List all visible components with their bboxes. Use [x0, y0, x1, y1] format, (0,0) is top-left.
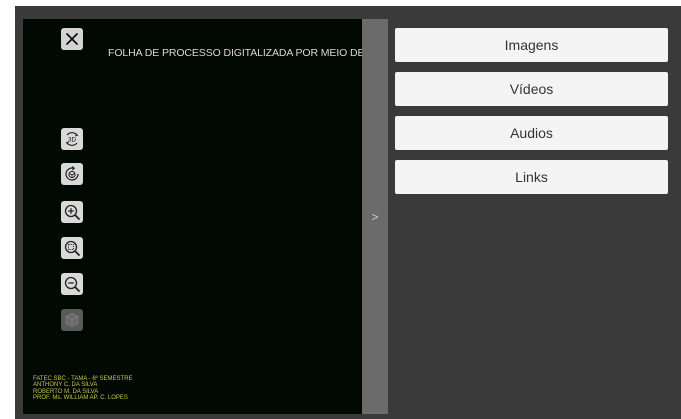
- viewer-title: FOLHA DE PROCESSO DIGITALIZADA POR MEIO …: [108, 47, 362, 59]
- rotate-3d-button[interactable]: 3D: [61, 128, 83, 150]
- rotate-3d-icon: 3D: [65, 132, 79, 146]
- cube-view-button[interactable]: [61, 309, 83, 331]
- links-button[interactable]: Links: [395, 160, 668, 194]
- chevron-right-icon: >: [371, 209, 379, 224]
- reset-view-icon: [65, 166, 79, 181]
- collapse-panel-toggle[interactable]: >: [362, 19, 388, 414]
- videos-button[interactable]: Vídeos: [395, 72, 668, 106]
- reset-view-button[interactable]: [61, 163, 83, 185]
- credits: FATEC SBC - TAMA - 6º SEMESTRE ANTHONY C…: [33, 376, 133, 402]
- zoom-fit-button[interactable]: [61, 237, 83, 259]
- rotate-3d-label: 3D: [68, 136, 77, 143]
- close-button[interactable]: [61, 28, 83, 50]
- zoom-in-button[interactable]: [61, 201, 83, 223]
- credits-line: PROF. Ms. WILLIAM AP. C. LOPES: [33, 395, 128, 402]
- images-button[interactable]: Imagens: [395, 28, 668, 62]
- zoom-in-icon: [64, 204, 80, 220]
- zoom-fit-icon: [64, 240, 80, 256]
- close-icon: [66, 33, 78, 45]
- cube-icon: [65, 312, 79, 328]
- zoom-out-button[interactable]: [61, 273, 83, 295]
- audios-button[interactable]: Audios: [395, 116, 668, 150]
- zoom-out-icon: [64, 276, 80, 292]
